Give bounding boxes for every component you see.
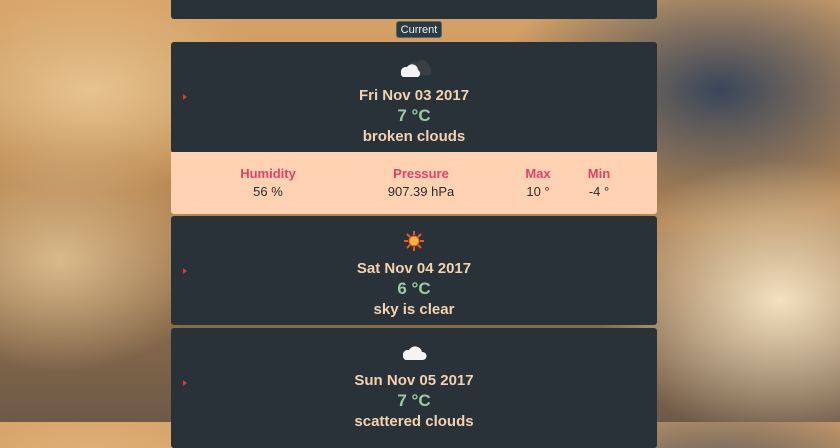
max-value: 10 °	[526, 184, 550, 199]
humidity-label: Humidity	[240, 166, 296, 181]
max-label: Max	[525, 166, 551, 181]
forecast-description: sky is clear	[373, 301, 455, 318]
forecast-date: Fri Nov 03 2017	[358, 87, 470, 104]
forecast-date: Sat Nov 04 2017	[356, 260, 472, 277]
previous-card-bottom	[171, 0, 657, 19]
min-stat: Min -4 °	[575, 166, 623, 199]
forecast-card-sat[interactable]: Sat Nov 04 2017 6 °C sky is clear	[171, 216, 657, 325]
forecast-date: Sun Nov 05 2017	[354, 372, 474, 389]
forecast-card-fri[interactable]: Fri Nov 03 2017 7 °C broken clouds	[171, 42, 657, 153]
pressure-value: 907.39 hPa	[387, 184, 455, 199]
forecast-description: broken clouds	[362, 128, 466, 145]
forecast-temp: 6 °C	[397, 279, 431, 298]
min-value: -4 °	[588, 184, 610, 199]
pressure-stat: Pressure 907.39 hPa	[381, 166, 461, 199]
forecast-temp: 7 °C	[397, 391, 431, 410]
max-stat: Max 10 °	[513, 166, 563, 199]
humidity-value: 56 %	[253, 184, 283, 199]
details-panel: Humidity 56 % Pressure 907.39 hPa Max 10…	[171, 152, 657, 214]
pressure-label: Pressure	[393, 166, 449, 181]
broken-clouds-icon	[171, 54, 657, 83]
scattered-clouds-icon	[171, 340, 657, 365]
humidity-stat: Humidity 56 %	[233, 166, 303, 199]
forecast-temp: 7 °C	[397, 106, 431, 125]
min-label: Min	[587, 166, 611, 181]
current-button[interactable]: Current	[396, 21, 442, 38]
forecast-card-sun[interactable]: Sun Nov 05 2017 7 °C scattered clouds	[171, 328, 657, 448]
clear-sky-icon	[171, 230, 657, 257]
